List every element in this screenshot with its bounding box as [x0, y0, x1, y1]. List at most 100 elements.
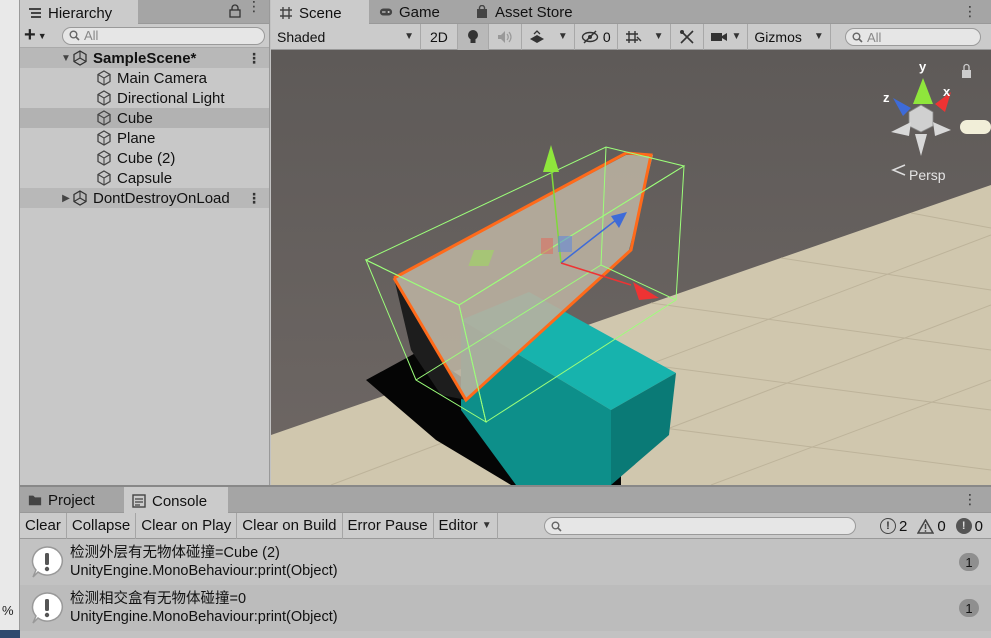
warning-filter-toggle[interactable]: 0: [917, 517, 946, 535]
console-log-entry[interactable]: 检测外层有无物体碰撞=Cube (2) UnityEngine.MonoBehav…: [20, 539, 991, 585]
tab-asset-store-label: Asset Store: [495, 3, 573, 21]
log-message: 检测相交盒有无物体碰撞=0: [70, 591, 247, 607]
grid-snapping-dropdown[interactable]: ▼: [618, 23, 671, 50]
scene-tabbar: Scene Game Asset Store ⋮: [271, 0, 991, 24]
create-button[interactable]: + ▼: [24, 24, 56, 47]
grid-snap-icon: [625, 30, 642, 43]
log-stacktrace: UnityEngine.MonoBehaviour:print(Object): [70, 609, 338, 625]
hierarchy-item[interactable]: Directional Light: [20, 88, 269, 108]
folder-icon: [28, 495, 42, 506]
tab-scene[interactable]: Scene: [271, 0, 369, 24]
hierarchy-search-input[interactable]: All: [62, 26, 265, 45]
scene-menu-icon[interactable]: ⋮: [247, 50, 261, 67]
tab-scene-label: Scene: [299, 4, 342, 22]
gameobject-cube-icon: [97, 90, 111, 106]
gizmos-dropdown[interactable]: Gizmos ▼: [748, 23, 831, 50]
scene-render[interactable]: y x z Persp: [271, 50, 991, 485]
expand-arrow-icon[interactable]: ▼: [60, 53, 72, 64]
projection-label: Persp: [909, 167, 946, 183]
console-log-entry[interactable]: 检测相交盒有无物体碰撞=0 UnityEngine.MonoBehaviour:p…: [20, 585, 991, 631]
hierarchy-item[interactable]: Cube: [20, 108, 269, 128]
collapse-arrow-icon[interactable]: ▶: [60, 193, 72, 204]
bottom-tabbar: Project Console ⋮: [20, 487, 991, 513]
collapse-button[interactable]: Collapse: [67, 512, 137, 539]
search-icon: [551, 521, 562, 532]
console-toolbar: Clear Collapse Clear on Play Clear on Bu…: [20, 512, 991, 539]
gizmo-side-cone[interactable]: [960, 120, 991, 134]
toggle-2d-button[interactable]: 2D: [421, 23, 458, 50]
speaker-icon: [497, 30, 512, 43]
clear-on-play-label: Clear on Play: [141, 517, 232, 534]
zoom-percent-label: %: [2, 603, 14, 618]
gizmo-y-label: y: [919, 59, 927, 74]
chevron-down-icon: ▼: [37, 30, 47, 41]
effects-dropdown[interactable]: ▼: [522, 23, 575, 50]
tools-icon: [679, 29, 694, 44]
error-pause-button[interactable]: Error Pause: [343, 512, 434, 539]
log-message: 检测外层有无物体碰撞=Cube (2): [70, 545, 280, 561]
gizmos-label: Gizmos: [754, 28, 802, 45]
clear-label: Clear: [25, 517, 61, 534]
camera-dropdown[interactable]: ▼: [704, 23, 749, 50]
hierarchy-item[interactable]: Capsule: [20, 168, 269, 188]
unity-scene-icon: [73, 190, 87, 206]
shopping-bag-icon: [477, 5, 487, 18]
list-icon: [29, 8, 41, 18]
hierarchy-item[interactable]: Cube (2): [20, 148, 269, 168]
error-icon: !: [955, 518, 972, 534]
yz-plane-handle[interactable]: [541, 238, 553, 254]
lock-icon[interactable]: [229, 4, 241, 18]
hidden-count: 0: [602, 28, 611, 45]
audio-toggle[interactable]: [489, 23, 522, 50]
hierarchy-item-label: Main Camera: [117, 69, 208, 87]
clear-on-play-button[interactable]: Clear on Play: [136, 512, 238, 539]
tab-asset-store[interactable]: Asset Store: [467, 0, 583, 24]
panel-menu-icon[interactable]: ⋮: [247, 0, 261, 13]
console-search-input[interactable]: [544, 517, 856, 535]
hierarchy-tabbar: Hierarchy ⋮: [20, 0, 269, 24]
error-pause-label: Error Pause: [347, 517, 428, 534]
warning-count: 0: [937, 517, 946, 535]
editor-dropdown[interactable]: Editor ▼: [434, 512, 498, 539]
scene-search-input[interactable]: All: [845, 28, 981, 46]
scene-visibility-toggle[interactable]: 0: [575, 23, 618, 50]
search-icon: [69, 30, 80, 41]
editor-label: Editor: [438, 517, 478, 534]
scene-viewport[interactable]: y x z Persp: [271, 50, 991, 485]
hierarchy-item[interactable]: Main Camera: [20, 68, 269, 88]
tab-project[interactable]: Project: [20, 487, 105, 513]
panel-menu-icon[interactable]: ⋮: [963, 491, 977, 508]
object-list: Main Camera Directional Light Cube Plane Cub…: [20, 68, 269, 188]
unity-scene-icon: [73, 50, 87, 66]
xy-plane-handle[interactable]: [558, 236, 572, 252]
scene-toolbar: Shaded ▼ 2D ▼ 0 ▼ ▼ Gizmos ▼ All: [271, 23, 991, 50]
gizmo-z-label: z: [883, 90, 890, 105]
chevron-down-icon: ▼: [653, 31, 664, 42]
scene-row[interactable]: ▼ SampleScene* ⋮: [20, 48, 269, 68]
dontdestroy-row[interactable]: ▶ DontDestroyOnLoad ⋮: [20, 188, 269, 208]
gameobject-cube-icon: [97, 130, 111, 146]
log-filter-toggle[interactable]: ! 2: [879, 518, 907, 535]
clear-on-build-button[interactable]: Clear on Build: [237, 512, 343, 539]
hierarchy-search-row: + ▼ All: [20, 24, 269, 48]
lighting-toggle[interactable]: [457, 23, 489, 50]
lightbulb-icon: [467, 29, 478, 43]
gizmo-x-label: x: [943, 84, 951, 99]
draw-mode-dropdown[interactable]: Shaded ▼: [271, 23, 421, 50]
clear-button[interactable]: Clear: [20, 512, 67, 539]
chevron-down-icon: ▼: [813, 31, 824, 42]
panel-menu-icon[interactable]: ⋮: [963, 3, 977, 20]
tab-hierarchy[interactable]: Hierarchy: [20, 0, 138, 24]
console-log-list: 检测外层有无物体碰撞=Cube (2) UnityEngine.MonoBehav…: [20, 539, 991, 631]
tab-console[interactable]: Console: [124, 487, 228, 513]
dontdestroy-menu-icon[interactable]: ⋮: [247, 190, 261, 207]
tools-toggle[interactable]: [671, 23, 704, 50]
scene-panel: Scene Game Asset Store ⋮ Shaded ▼ 2D ▼ 0…: [271, 0, 991, 485]
hierarchy-search-placeholder: All: [84, 28, 99, 43]
info-bubble-icon: [31, 546, 63, 578]
tab-game-label: Game: [399, 3, 440, 21]
gameobject-cube-icon: [97, 170, 111, 186]
hierarchy-item[interactable]: Plane: [20, 128, 269, 148]
error-filter-toggle[interactable]: ! 0: [955, 518, 983, 535]
tab-game[interactable]: Game: [371, 0, 450, 24]
